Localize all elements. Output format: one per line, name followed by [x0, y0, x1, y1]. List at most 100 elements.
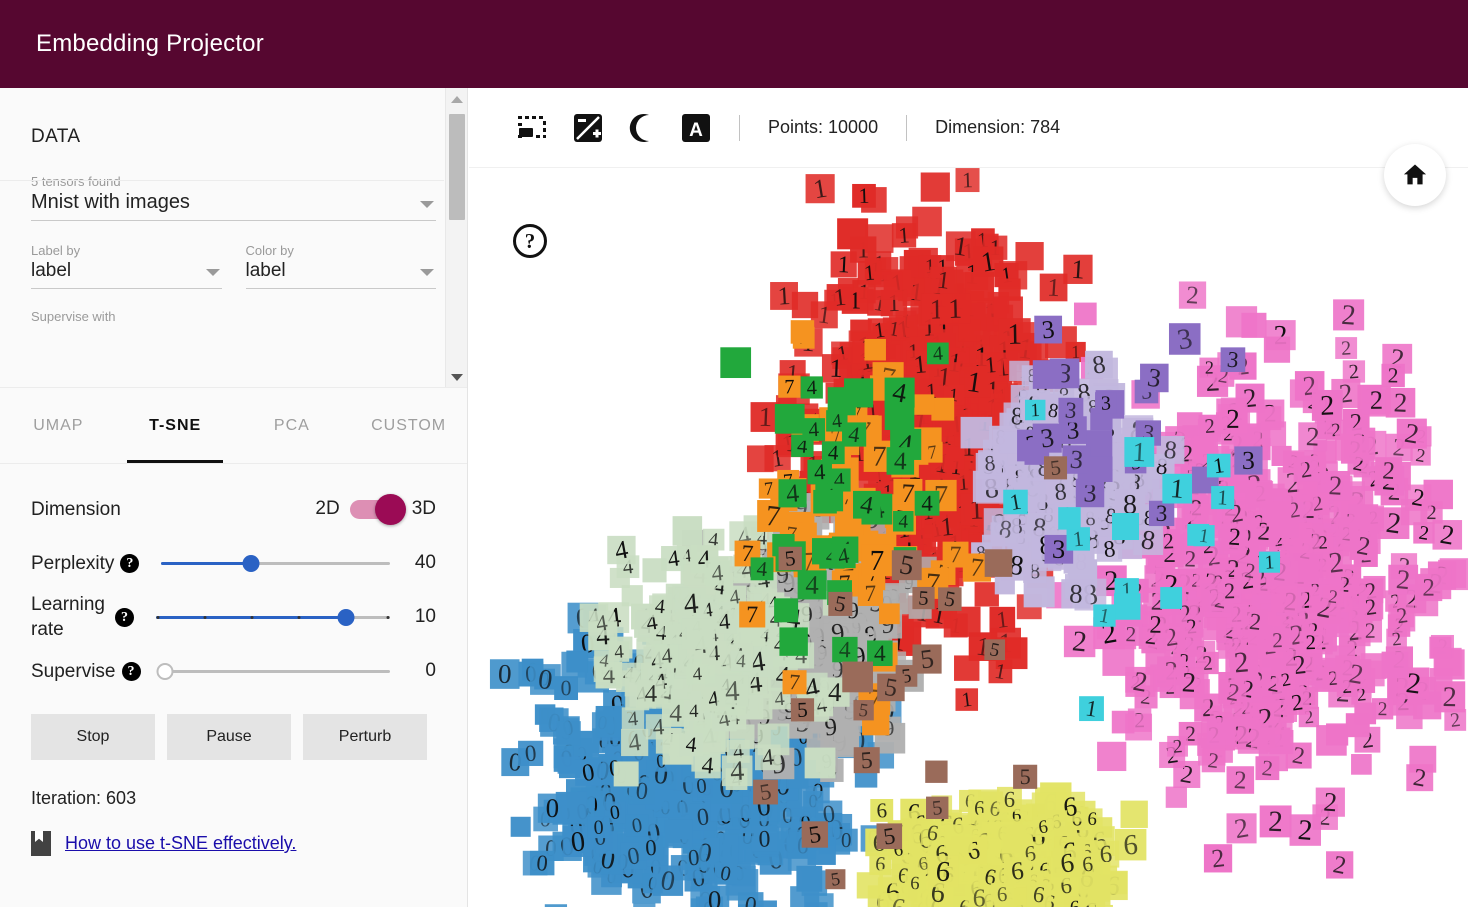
tab-umap[interactable]: UMAP	[0, 388, 117, 463]
tensor-field-block: 5 tensors found Mnist with images Label …	[0, 174, 467, 289]
svg-text:2: 2	[1233, 766, 1247, 795]
svg-text:4: 4	[701, 753, 715, 780]
app-header: Embedding Projector	[0, 0, 1468, 88]
svg-text:2: 2	[1224, 578, 1236, 603]
chevron-down-icon	[420, 269, 434, 276]
adjust-sprite-icon[interactable]	[573, 113, 603, 143]
dimension-row: Dimension 2D 3D	[31, 482, 436, 536]
svg-text:0: 0	[639, 903, 650, 907]
scroll-down-arrow-icon[interactable]	[446, 368, 467, 386]
supervise-help-icon[interactable]: ?	[121, 661, 141, 681]
svg-text:1: 1	[758, 402, 773, 433]
color-by-field: Color by label	[245, 243, 436, 289]
svg-text:1: 1	[898, 222, 911, 248]
reset-view-button[interactable]	[1384, 144, 1446, 206]
svg-text:1: 1	[829, 354, 843, 384]
labels-icon[interactable]: A	[681, 113, 711, 143]
svg-text:2: 2	[1323, 786, 1339, 817]
color-by-caption: Color by	[245, 243, 294, 258]
data-panel-scrollbar[interactable]	[445, 88, 467, 387]
svg-text:2: 2	[1341, 337, 1352, 359]
perturb-button[interactable]: Perturb	[303, 714, 427, 760]
scatter-canvas[interactable]: 111111111111111111111111111111111111111 1…	[469, 168, 1468, 907]
tab-tsne[interactable]: T-SNE	[117, 388, 234, 463]
tensor-select[interactable]: Mnist with images	[31, 191, 436, 221]
tensor-select-value: Mnist with images	[31, 191, 190, 213]
svg-text:2: 2	[1226, 404, 1240, 434]
night-mode-icon[interactable]	[629, 113, 655, 143]
dimension-toggle[interactable]	[349, 493, 406, 525]
svg-text:2: 2	[1388, 363, 1399, 387]
scatter-plot[interactable]: 1111111111111111111111111111111111111111…	[469, 168, 1468, 907]
svg-text:0: 0	[593, 817, 604, 839]
color-by-select[interactable]: label	[245, 260, 436, 289]
svg-text:4: 4	[627, 708, 639, 731]
svg-text:2: 2	[1340, 300, 1356, 332]
svg-text:2: 2	[1348, 361, 1360, 384]
svg-text:2: 2	[1071, 625, 1088, 658]
slider-knob[interactable]	[156, 663, 174, 680]
label-by-caption: Label by	[31, 243, 81, 258]
app-title: Embedding Projector	[36, 30, 264, 57]
svg-text:2: 2	[1181, 667, 1197, 699]
learning-rate-value: 10	[414, 606, 436, 627]
svg-text:2: 2	[1172, 736, 1183, 758]
svg-text:2: 2	[1365, 619, 1376, 643]
dimension-toggle-group: 2D 3D	[315, 493, 436, 525]
dimension-3d-label: 3D	[411, 498, 436, 519]
svg-text:0: 0	[758, 826, 771, 852]
tab-pca[interactable]: PCA	[234, 388, 351, 463]
perplexity-help-icon[interactable]: ?	[120, 553, 140, 573]
svg-text:6: 6	[876, 798, 888, 823]
tsne-controls: Dimension 2D 3D Perplexity ? 40 Learning…	[0, 464, 467, 856]
data-section-divider	[0, 180, 444, 181]
label-by-field: Label by label	[31, 243, 222, 289]
svg-text:2: 2	[1204, 415, 1216, 438]
scrollbar-thumb[interactable]	[449, 114, 465, 220]
howto-link[interactable]: How to use t-SNE effectively.	[65, 833, 296, 854]
color-by-value: label	[245, 260, 286, 281]
label-by-select[interactable]: label	[31, 260, 222, 289]
pause-button[interactable]: Pause	[167, 714, 291, 760]
svg-text:4: 4	[654, 596, 666, 619]
svg-text:1: 1	[1007, 319, 1022, 351]
scroll-up-arrow-icon[interactable]	[446, 90, 467, 108]
embedding-projector-app: Embedding Projector DATA 5 tensors found…	[0, 0, 1468, 907]
slider-knob[interactable]	[337, 609, 355, 626]
svg-text:4: 4	[692, 664, 703, 686]
svg-text:1: 1	[777, 281, 791, 311]
svg-text:0: 0	[645, 835, 658, 861]
svg-text:0: 0	[841, 828, 852, 852]
svg-text:6: 6	[1122, 829, 1139, 862]
label-by-value: label	[31, 260, 72, 281]
perplexity-slider[interactable]	[161, 553, 390, 573]
svg-text:2: 2	[1378, 699, 1388, 720]
svg-text:4: 4	[669, 699, 683, 727]
svg-text:2: 2	[1442, 682, 1457, 713]
learning-rate-help-icon[interactable]: ?	[115, 607, 134, 627]
svg-text:4: 4	[689, 702, 698, 722]
svg-text:4: 4	[718, 608, 731, 634]
learning-rate-label: Learning rate	[31, 594, 105, 640]
supervise-slider[interactable]	[156, 661, 390, 681]
selection-box-icon[interactable]	[517, 115, 547, 141]
dimension-2d-label: 2D	[315, 498, 340, 519]
svg-text:2: 2	[1185, 282, 1199, 310]
svg-text:1: 1	[939, 512, 955, 542]
svg-text:1: 1	[1070, 254, 1085, 285]
learning-rate-row: Learning rate ? 10	[31, 590, 436, 644]
howto-row: How to use t-SNE effectively.	[31, 831, 436, 856]
dimension-label: Dimension	[31, 498, 121, 520]
svg-text:2: 2	[1370, 385, 1384, 415]
tab-custom[interactable]: CUSTOM	[350, 388, 467, 463]
svg-text:8: 8	[1069, 578, 1084, 609]
svg-text:2: 2	[1320, 390, 1335, 421]
svg-text:1: 1	[858, 184, 870, 208]
stop-button[interactable]: Stop	[31, 714, 155, 760]
learning-rate-slider[interactable]	[156, 607, 390, 627]
svg-text:4: 4	[724, 675, 741, 708]
slider-knob[interactable]	[242, 555, 260, 572]
supervise-label-group: Supervise ?	[31, 659, 141, 684]
svg-text:2: 2	[1272, 628, 1284, 652]
slider-fill	[161, 562, 251, 565]
